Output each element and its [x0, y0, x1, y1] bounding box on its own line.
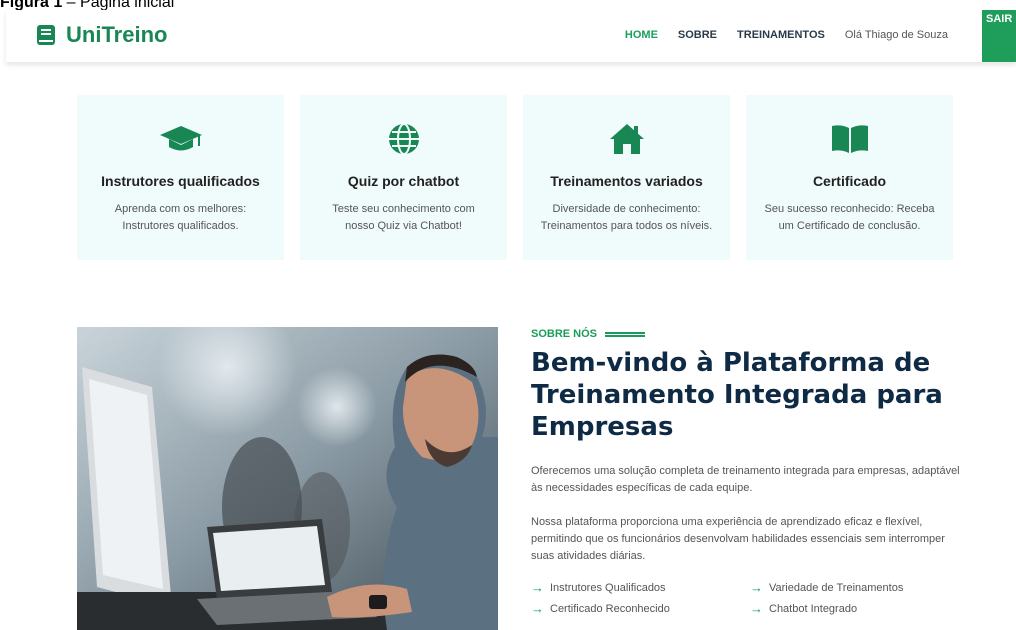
about-photo [77, 327, 498, 630]
user-greeting: Olá Thiago de Souza [844, 29, 948, 41]
brand-name: UniTreino [66, 22, 168, 47]
about-feature-list: → Instrutores Qualificados → Variedade de … [531, 580, 961, 616]
arrow-right-icon: → [750, 580, 763, 595]
nav-home-link[interactable]: HOME [625, 29, 658, 41]
list-item: → Instrutores Qualificados [531, 580, 666, 595]
arrow-right-icon: → [531, 580, 544, 595]
globe-icon [388, 123, 419, 155]
feature-title: Certificado [812, 173, 887, 189]
list-item: → Variedade de Treinamentos [750, 580, 904, 595]
graduation-cap-icon [159, 126, 202, 151]
home-icon [609, 124, 644, 154]
navbar: UniTreino HOME SOBRE TREINAMENTOS Olá Th… [6, 10, 1016, 62]
brand-logo[interactable]: UniTreino [36, 22, 167, 48]
arrow-right-icon: → [531, 601, 544, 616]
feature-card: Instrutores qualificados Aprenda com os … [77, 95, 284, 260]
features-section: Instrutores qualificados Aprenda com os … [77, 95, 953, 260]
nav-menu: HOME SOBRE TREINAMENTOS Olá Thiago de So… [625, 29, 948, 41]
open-book-icon [831, 125, 868, 153]
nav-sobre-link[interactable]: SOBRE [678, 29, 717, 41]
feature-card: Certificado Seu sucesso reconhecido: Rec… [746, 95, 953, 260]
arrow-right-icon: → [750, 601, 763, 616]
about-kicker: SOBRE NÓS [531, 328, 646, 340]
feature-description: Diversidade de conhecimento: Treinamentos… [540, 203, 713, 232]
feature-card: Quiz por chatbot Teste seu conhecimento … [300, 95, 507, 260]
feature-title: Instrutores qualificados [101, 173, 260, 189]
feature-title: Quiz por chatbot [347, 173, 460, 189]
feature-card: Treinamentos variados Diversidade de con… [523, 95, 730, 260]
list-item: → Chatbot Integrado [750, 601, 858, 616]
feature-description: Aprenda com os melhores: Instrutores qual… [114, 203, 247, 232]
feature-description: Seu sucesso reconhecido: Receba um Certif… [764, 203, 935, 232]
list-item: → Certificado Reconhecido [531, 601, 670, 616]
about-title: Bem-vindo à Plataforma de Treinamento In… [531, 348, 943, 442]
about-paragraph: Nossa plataforma proporciona uma experiê… [531, 516, 945, 562]
book-icon [37, 25, 55, 45]
feature-description: Teste seu conhecimento com nosso Quiz via… [332, 203, 475, 232]
about-paragraph: Oferecemos uma solução completa de trein… [531, 465, 960, 494]
logout-button[interactable]: SAIR [982, 10, 1016, 62]
nav-treinamentos-link[interactable]: TREINAMENTOS [737, 29, 825, 41]
feature-title: Treinamentos variados [550, 173, 703, 189]
